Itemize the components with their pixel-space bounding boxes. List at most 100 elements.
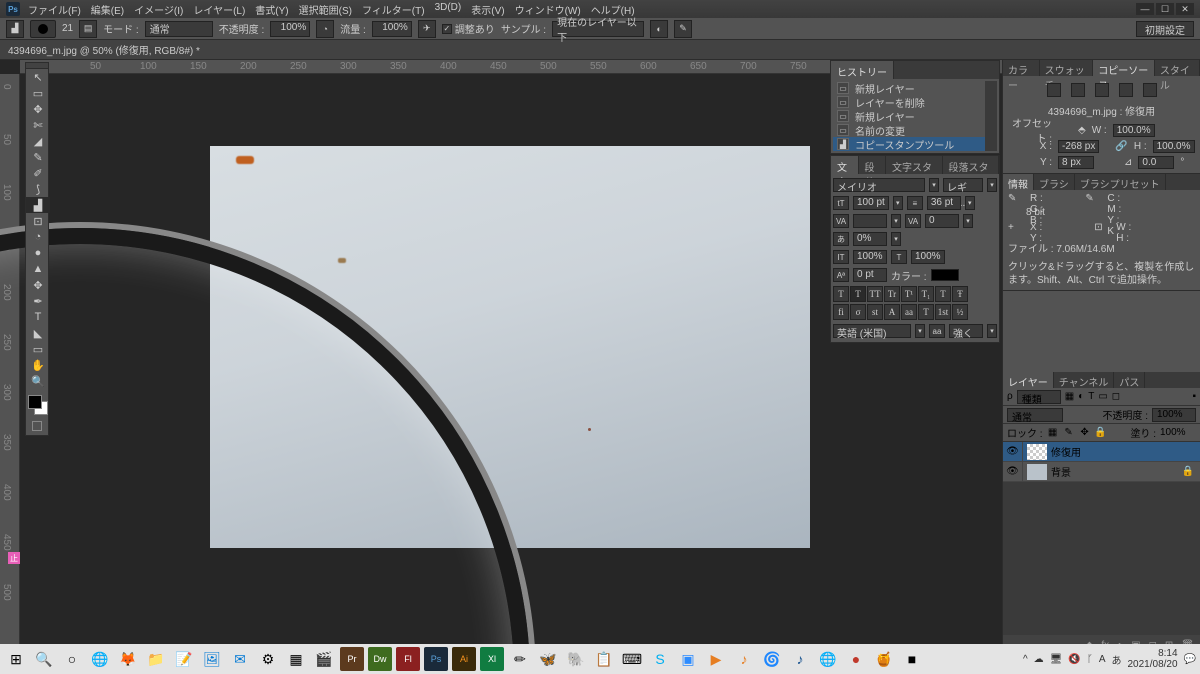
kerning-input[interactable] [853, 214, 887, 228]
app-icon[interactable]: 🌀 [760, 647, 784, 671]
hand-tool[interactable]: ✋ [26, 357, 50, 373]
quickmask-icon[interactable] [26, 417, 48, 435]
menu-file[interactable]: ファイル(F) [28, 2, 81, 17]
tab-character[interactable]: 文字 [831, 156, 859, 174]
italic-button[interactable]: T [850, 286, 866, 302]
chevron-down-icon[interactable]: ▾ [987, 324, 997, 338]
stop-guide-icon[interactable]: 止 [8, 552, 20, 564]
ordinals-button[interactable]: 1st [935, 304, 951, 320]
smallcaps-button[interactable]: Tr [884, 286, 900, 302]
allcaps-button[interactable]: TT [867, 286, 883, 302]
opacity-input[interactable]: 100% [1152, 408, 1196, 422]
chevron-down-icon[interactable]: ▾ [963, 214, 973, 228]
premiere-icon[interactable]: Pr [340, 647, 364, 671]
filter-type-icon[interactable]: T [1088, 391, 1094, 402]
fill-input[interactable]: 100% [1160, 427, 1196, 438]
zoom-tool[interactable]: 🔍 [26, 373, 50, 389]
chevron-down-icon[interactable]: ▾ [891, 214, 901, 228]
maximize-button[interactable]: ☐ [1156, 3, 1174, 15]
history-brush-tool[interactable]: ⊡ [26, 213, 50, 229]
globe-icon[interactable]: 🌐 [816, 647, 840, 671]
opacity-input[interactable]: 100% [270, 21, 310, 37]
antialiasing-select[interactable]: 強く [949, 324, 983, 338]
titling-button[interactable]: T [918, 304, 934, 320]
h-input[interactable]: 100.0% [1153, 140, 1195, 153]
font-family-select[interactable]: メイリオ [833, 178, 925, 192]
firefox-icon[interactable]: 🦊 [116, 647, 140, 671]
tab-info[interactable]: 情報 [1003, 174, 1034, 190]
ligature-button[interactable]: fi [833, 304, 849, 320]
photoshop-icon[interactable]: Ps [424, 647, 448, 671]
butterfly-icon[interactable]: 🦋 [536, 647, 560, 671]
pressure-size-icon[interactable]: ✎ [674, 20, 692, 38]
clone-source-3-icon[interactable] [1095, 83, 1109, 97]
tab-history[interactable]: ヒストリー [831, 61, 894, 79]
chevron-down-icon[interactable]: ▾ [893, 196, 903, 210]
network-icon[interactable]: ᚴ [1087, 654, 1093, 665]
ime-mode-icon[interactable]: A [1099, 654, 1106, 665]
menu-3d[interactable]: 3D(D) [435, 2, 462, 17]
blend-mode-select[interactable]: 通常 [145, 21, 213, 37]
lock-transparent-icon[interactable]: ▦ [1047, 427, 1059, 439]
settings-icon[interactable]: ⚙ [256, 647, 280, 671]
gradient-tool[interactable]: ● [26, 245, 50, 261]
illustrator-icon[interactable]: Ai [452, 647, 476, 671]
photos-icon[interactable]: 🖼 [200, 647, 224, 671]
layer-name[interactable]: 背景 [1051, 464, 1071, 479]
swash-button[interactable]: A [884, 304, 900, 320]
history-item[interactable]: ▭新規レイヤー [833, 109, 985, 123]
skype-icon[interactable]: S [648, 647, 672, 671]
menu-select[interactable]: 選択範囲(S) [299, 2, 352, 17]
menu-view[interactable]: 表示(V) [471, 2, 504, 17]
history-item[interactable]: ▭名前の変更 [833, 123, 985, 137]
history-item[interactable]: ▭新規レイヤー [833, 81, 985, 95]
layer-row[interactable]: 👁 背景 🔒 [1003, 462, 1200, 482]
excel-icon[interactable]: Xl [480, 647, 504, 671]
chevron-down-icon[interactable]: ▾ [987, 178, 997, 192]
marquee-tool[interactable]: ▭ [26, 85, 50, 101]
workspace-button[interactable]: 初期設定 [1136, 21, 1194, 37]
chevron-down-icon[interactable]: ▾ [929, 178, 939, 192]
dodge-tool[interactable]: ✥ [26, 277, 50, 293]
clipboard-icon[interactable]: 📋 [592, 647, 616, 671]
y-input[interactable]: 8 px [1058, 156, 1094, 169]
canvas[interactable] [210, 146, 810, 548]
layer-thumbnail[interactable] [1027, 444, 1047, 460]
subscript-button[interactable]: T₁ [918, 286, 934, 302]
clone-source-4-icon[interactable] [1119, 83, 1133, 97]
lasso-tool[interactable]: ✥ [26, 101, 50, 117]
menu-filter[interactable]: フィルター(T) [362, 2, 425, 17]
volume-icon[interactable]: 🔇 [1068, 654, 1080, 665]
type-tool[interactable]: T [26, 309, 50, 325]
eyedropper-tool[interactable]: ✎ [26, 149, 50, 165]
menu-image[interactable]: イメージ(I) [134, 2, 183, 17]
history-item[interactable]: ▟コピースタンプツール [833, 137, 985, 151]
bold-button[interactable]: T [833, 286, 849, 302]
notification-icon[interactable]: 💬 [1184, 654, 1196, 665]
language-select[interactable]: 英語 (米国) [833, 324, 911, 338]
ignore-adjust-icon[interactable]: ◐ [650, 20, 668, 38]
outlook-icon[interactable]: ✉ [228, 647, 252, 671]
chevron-down-icon[interactable]: ▾ [965, 196, 975, 210]
text-color-swatch[interactable] [931, 269, 959, 281]
font-weight-select[interactable]: レギュ... [943, 178, 983, 192]
shape-tool[interactable]: ▭ [26, 341, 50, 357]
quick-select-tool[interactable]: ✄ [26, 117, 50, 133]
tool-preset-icon[interactable]: ▟ [6, 20, 24, 38]
visibility-icon[interactable]: 👁 [1003, 442, 1023, 462]
brush-tool[interactable]: ⟆ [26, 181, 50, 197]
color-swatch[interactable] [26, 393, 50, 417]
tab-color[interactable]: カラー [1003, 60, 1040, 76]
history-item[interactable]: ▭レイヤーを削除 [833, 95, 985, 109]
font-size-input[interactable]: 100 pt [853, 196, 889, 210]
chevron-down-icon[interactable]: ▾ [891, 232, 901, 246]
fractions-button[interactable]: ½ [952, 304, 968, 320]
filter-kind-select[interactable]: 種類 [1017, 390, 1061, 404]
store-icon[interactable]: ▦ [284, 647, 308, 671]
tab-char-style[interactable]: 文字スタイル [886, 156, 943, 174]
chrome-icon[interactable]: 🌐 [88, 647, 112, 671]
tab-para-style[interactable]: 段落スタイル [943, 156, 1000, 174]
flash-icon[interactable]: Fl [396, 647, 420, 671]
w-input[interactable]: 100.0% [1113, 124, 1155, 137]
crop-tool[interactable]: ◢ [26, 133, 50, 149]
